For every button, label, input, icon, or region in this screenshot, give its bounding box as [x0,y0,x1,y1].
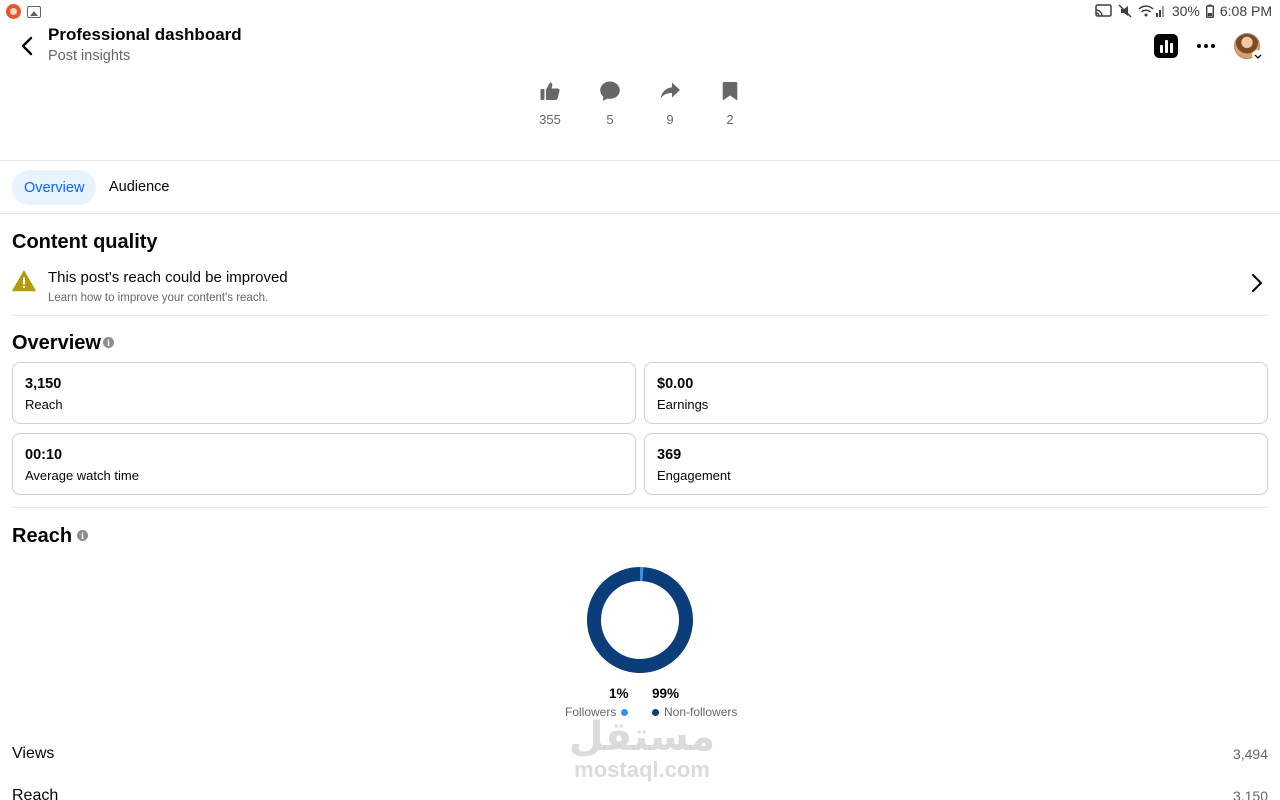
clock: 6:08 PM [1219,3,1272,19]
card-label: Reach [25,397,63,412]
notification-icons [6,4,41,19]
reach-card[interactable]: 3,150 Reach [12,362,636,424]
card-label: Earnings [657,397,709,412]
overview-heading: Overview [12,332,101,354]
header-actions [1154,33,1263,61]
saves-count: 2 [726,112,734,127]
earnings-card[interactable]: $0.00 Earnings [644,362,1268,424]
card-label: Average watch time [25,468,139,483]
views-label: Views [12,745,55,762]
reach-value: 3,150 [1232,788,1268,800]
shares-count: 9 [666,112,674,127]
reach-label: Reach [12,787,59,800]
insights-button[interactable] [1154,34,1178,58]
divider [12,315,1268,316]
saves-stat: 2 [700,80,760,127]
comments-stat: 5 [580,80,640,127]
divider [0,213,1280,214]
card-value: 3,150 [25,376,62,392]
battery-icon [1205,4,1214,18]
legend-non-followers: Non-followers [652,705,737,719]
back-button[interactable] [16,34,40,58]
chevron-left-icon [21,36,33,56]
alert-title: This post's reach could be improved [48,269,288,286]
donut-slice-non-followers [587,567,693,673]
card-value: 369 [657,447,682,463]
alert-subtitle: Learn how to improve your content's reac… [48,292,269,304]
legend-dot [621,708,629,716]
reach-improvement-alert[interactable]: This post's reach could be improved Lear… [0,262,1280,312]
reach-donut-chart [587,567,693,673]
divider [12,507,1268,508]
share-icon [660,82,680,99]
average-watch-time-card[interactable]: 00:10 Average watch time [12,433,636,495]
engagement-summary: 355 5 9 2 [520,80,760,127]
more-options-button[interactable] [1194,34,1218,58]
non-followers-percent: 99% [652,686,680,701]
followers-percent: 1% [609,686,629,701]
gallery-notification-icon [27,5,41,18]
card-value: 00:10 [25,447,63,463]
engagement-card[interactable]: 369 Engagement [644,433,1268,495]
avatar[interactable] [1234,33,1263,61]
card-label: Engagement [657,468,731,483]
views-value: 3,494 [1232,746,1268,762]
comments-count: 5 [606,112,614,127]
shares-stat: 9 [640,80,700,127]
comment-icon [600,81,620,101]
divider [0,160,1280,161]
watermark-latin: mostaql.com [574,757,710,782]
legend-dot [652,708,659,716]
like-icon [540,82,560,100]
legend-label: Non-followers [664,705,738,719]
card-value: $0.00 [657,376,694,392]
wifi-signal-icon [1138,5,1164,17]
tab-audience[interactable]: Audience [109,179,169,195]
cast-icon [1095,4,1112,17]
info-icon[interactable]: i [77,530,88,541]
page-title: Professional dashboard [48,25,242,44]
chevron-right-icon [1252,274,1262,292]
system-status: 30% 6:08 PM [1095,3,1272,19]
info-icon[interactable]: i [103,337,114,348]
content-quality-heading: Content quality [12,231,158,253]
reach-heading: Reach [12,525,73,547]
likes-stat: 355 [520,80,580,127]
mute-icon [1118,4,1132,18]
page-subtitle: Post insights [48,48,131,64]
tab-overview[interactable]: Overview [12,170,97,205]
status-bar: 30% 6:08 PM [0,0,1280,24]
legend-label: Followers [565,705,617,719]
chevron-down-icon [1252,50,1263,61]
watermark-arabic: مستقل [568,714,716,760]
app-notification-icon [6,4,21,19]
legend-followers: Followers [565,705,629,719]
likes-count: 355 [539,112,561,127]
warning-icon [12,270,36,292]
battery-percent: 30% [1171,3,1200,19]
watermark: مستقل mostaql.com [562,715,722,781]
bookmark-icon [722,82,738,101]
